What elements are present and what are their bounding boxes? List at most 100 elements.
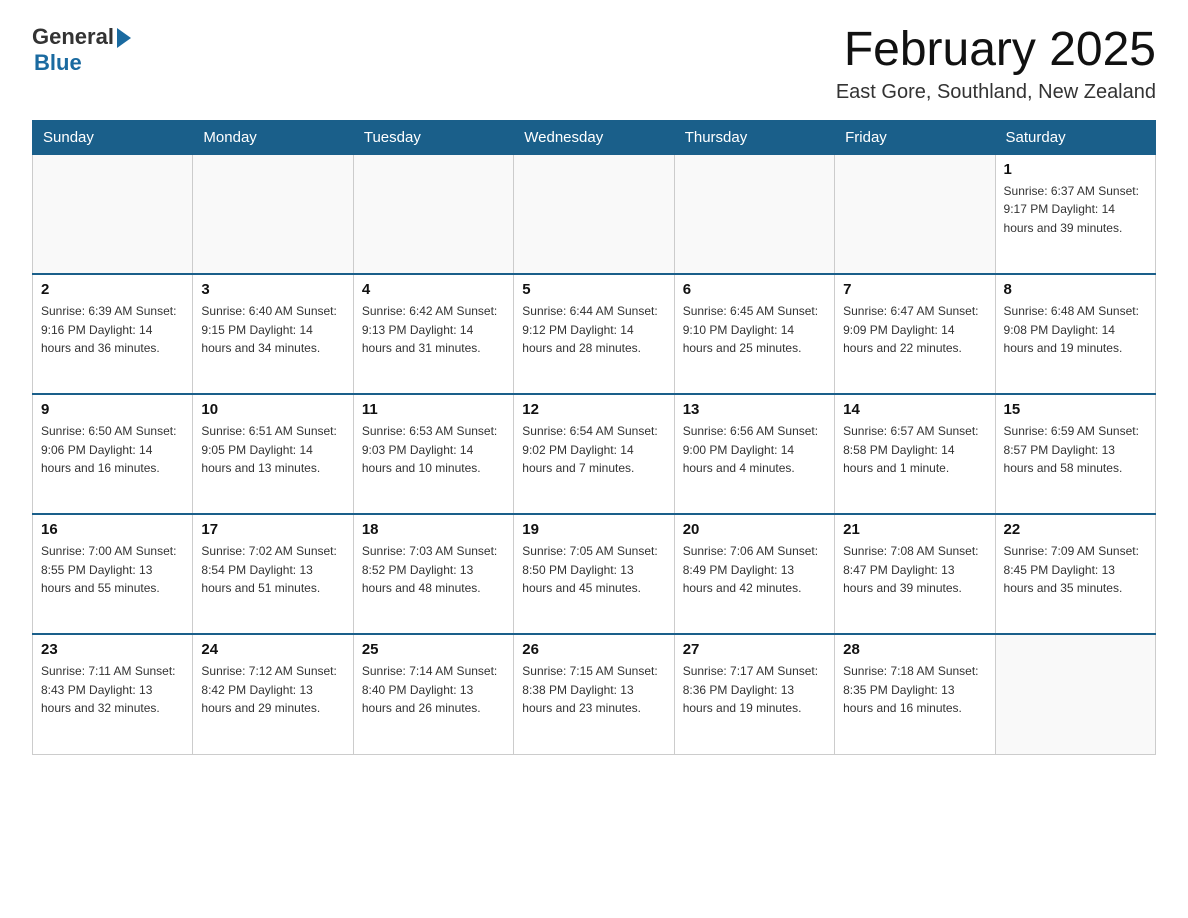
subtitle: East Gore, Southland, New Zealand	[836, 81, 1156, 104]
day-info: Sunrise: 6:40 AM Sunset: 9:15 PM Dayligh…	[201, 302, 344, 358]
day-number: 1	[1004, 161, 1147, 178]
day-info: Sunrise: 6:54 AM Sunset: 9:02 PM Dayligh…	[522, 422, 665, 478]
day-header-monday: Monday	[193, 120, 353, 154]
calendar-cell: 14 Sunrise: 6:57 AM Sunset: 8:58 PM Dayli…	[835, 394, 995, 514]
calendar-cell: 26Sunrise: 7:15 AM Sunset: 8:38 PM Dayli…	[514, 634, 674, 754]
calendar-cell: 21 Sunrise: 7:08 AM Sunset: 8:47 PM Dayli…	[835, 514, 995, 634]
day-number: 8	[1004, 281, 1147, 298]
day-header-wednesday: Wednesday	[514, 120, 674, 154]
calendar-cell	[193, 154, 353, 274]
day-info: Sunrise: 7:06 AM Sunset: 8:49 PM Dayligh…	[683, 542, 826, 598]
day-info: Sunrise: 7:08 AM Sunset: 8:47 PM Dayligh…	[843, 542, 986, 598]
calendar-cell: 2Sunrise: 6:39 AM Sunset: 9:16 PM Daylig…	[33, 274, 193, 394]
calendar-cell: 4 Sunrise: 6:42 AM Sunset: 9:13 PM Daylig…	[353, 274, 513, 394]
calendar-body: 1 Sunrise: 6:37 AM Sunset: 9:17 PM Daylig…	[33, 154, 1156, 754]
day-number: 25	[362, 641, 505, 658]
calendar-cell: 3 Sunrise: 6:40 AM Sunset: 9:15 PM Daylig…	[193, 274, 353, 394]
calendar-cell: 11 Sunrise: 6:53 AM Sunset: 9:03 PM Dayli…	[353, 394, 513, 514]
day-number: 21	[843, 521, 986, 538]
day-info: Sunrise: 7:03 AM Sunset: 8:52 PM Dayligh…	[362, 542, 505, 598]
day-number: 4	[362, 281, 505, 298]
day-info: Sunrise: 7:02 AM Sunset: 8:54 PM Dayligh…	[201, 542, 344, 598]
calendar-table: SundayMondayTuesdayWednesdayThursdayFrid…	[32, 120, 1156, 755]
calendar-cell: 7 Sunrise: 6:47 AM Sunset: 9:09 PM Daylig…	[835, 274, 995, 394]
calendar-cell	[353, 154, 513, 274]
week-row-5: 23 Sunrise: 7:11 AM Sunset: 8:43 PM Dayli…	[33, 634, 1156, 754]
day-info: Sunrise: 6:47 AM Sunset: 9:09 PM Dayligh…	[843, 302, 986, 358]
day-number: 11	[362, 401, 505, 418]
calendar-cell	[674, 154, 834, 274]
logo-top: General	[32, 24, 131, 50]
calendar-cell: 6Sunrise: 6:45 AM Sunset: 9:10 PM Daylig…	[674, 274, 834, 394]
logo-general-text: General	[32, 24, 114, 50]
day-info: Sunrise: 7:17 AM Sunset: 8:36 PM Dayligh…	[683, 662, 826, 718]
calendar-cell: 12 Sunrise: 6:54 AM Sunset: 9:02 PM Dayli…	[514, 394, 674, 514]
day-number: 24	[201, 641, 344, 658]
day-number: 9	[41, 401, 184, 418]
day-number: 17	[201, 521, 344, 538]
calendar-cell: 8 Sunrise: 6:48 AM Sunset: 9:08 PM Daylig…	[995, 274, 1155, 394]
header-row: SundayMondayTuesdayWednesdayThursdayFrid…	[33, 120, 1156, 154]
day-number: 10	[201, 401, 344, 418]
week-row-1: 1 Sunrise: 6:37 AM Sunset: 9:17 PM Daylig…	[33, 154, 1156, 274]
week-row-2: 2Sunrise: 6:39 AM Sunset: 9:16 PM Daylig…	[33, 274, 1156, 394]
calendar-cell: 13Sunrise: 6:56 AM Sunset: 9:00 PM Dayli…	[674, 394, 834, 514]
day-info: Sunrise: 7:12 AM Sunset: 8:42 PM Dayligh…	[201, 662, 344, 718]
day-number: 23	[41, 641, 184, 658]
day-number: 18	[362, 521, 505, 538]
day-number: 12	[522, 401, 665, 418]
calendar-cell: 9 Sunrise: 6:50 AM Sunset: 9:06 PM Daylig…	[33, 394, 193, 514]
day-header-thursday: Thursday	[674, 120, 834, 154]
calendar-cell: 1 Sunrise: 6:37 AM Sunset: 9:17 PM Daylig…	[995, 154, 1155, 274]
calendar-cell: 22 Sunrise: 7:09 AM Sunset: 8:45 PM Dayli…	[995, 514, 1155, 634]
logo-arrow-icon	[117, 28, 131, 48]
week-row-4: 16Sunrise: 7:00 AM Sunset: 8:55 PM Dayli…	[33, 514, 1156, 634]
day-header-tuesday: Tuesday	[353, 120, 513, 154]
day-number: 5	[522, 281, 665, 298]
calendar-cell: 24 Sunrise: 7:12 AM Sunset: 8:42 PM Dayli…	[193, 634, 353, 754]
day-info: Sunrise: 6:59 AM Sunset: 8:57 PM Dayligh…	[1004, 422, 1147, 478]
day-header-friday: Friday	[835, 120, 995, 154]
day-info: Sunrise: 6:51 AM Sunset: 9:05 PM Dayligh…	[201, 422, 344, 478]
day-info: Sunrise: 6:50 AM Sunset: 9:06 PM Dayligh…	[41, 422, 184, 478]
day-info: Sunrise: 6:53 AM Sunset: 9:03 PM Dayligh…	[362, 422, 505, 478]
day-info: Sunrise: 7:09 AM Sunset: 8:45 PM Dayligh…	[1004, 542, 1147, 598]
day-info: Sunrise: 6:56 AM Sunset: 9:00 PM Dayligh…	[683, 422, 826, 478]
day-number: 3	[201, 281, 344, 298]
day-number: 20	[683, 521, 826, 538]
day-info: Sunrise: 6:37 AM Sunset: 9:17 PM Dayligh…	[1004, 182, 1147, 238]
calendar-cell: 10 Sunrise: 6:51 AM Sunset: 9:05 PM Dayli…	[193, 394, 353, 514]
day-number: 26	[522, 641, 665, 658]
day-number: 7	[843, 281, 986, 298]
day-info: Sunrise: 6:42 AM Sunset: 9:13 PM Dayligh…	[362, 302, 505, 358]
calendar-cell: 18 Sunrise: 7:03 AM Sunset: 8:52 PM Dayli…	[353, 514, 513, 634]
calendar-cell: 17 Sunrise: 7:02 AM Sunset: 8:54 PM Dayli…	[193, 514, 353, 634]
main-title: February 2025	[836, 24, 1156, 77]
day-info: Sunrise: 7:11 AM Sunset: 8:43 PM Dayligh…	[41, 662, 184, 718]
day-number: 14	[843, 401, 986, 418]
calendar-cell: 20 Sunrise: 7:06 AM Sunset: 8:49 PM Dayli…	[674, 514, 834, 634]
day-number: 19	[522, 521, 665, 538]
day-number: 28	[843, 641, 986, 658]
calendar-cell: 15 Sunrise: 6:59 AM Sunset: 8:57 PM Dayli…	[995, 394, 1155, 514]
day-number: 15	[1004, 401, 1147, 418]
calendar-header: SundayMondayTuesdayWednesdayThursdayFrid…	[33, 120, 1156, 154]
logo-blue-text: Blue	[34, 50, 82, 76]
week-row-3: 9 Sunrise: 6:50 AM Sunset: 9:06 PM Daylig…	[33, 394, 1156, 514]
day-info: Sunrise: 6:39 AM Sunset: 9:16 PM Dayligh…	[41, 302, 184, 358]
calendar-cell	[514, 154, 674, 274]
day-info: Sunrise: 6:57 AM Sunset: 8:58 PM Dayligh…	[843, 422, 986, 478]
calendar-cell: 27Sunrise: 7:17 AM Sunset: 8:36 PM Dayli…	[674, 634, 834, 754]
day-info: Sunrise: 7:00 AM Sunset: 8:55 PM Dayligh…	[41, 542, 184, 598]
day-number: 6	[683, 281, 826, 298]
calendar-cell: 16Sunrise: 7:00 AM Sunset: 8:55 PM Dayli…	[33, 514, 193, 634]
day-info: Sunrise: 6:48 AM Sunset: 9:08 PM Dayligh…	[1004, 302, 1147, 358]
calendar-cell: 23 Sunrise: 7:11 AM Sunset: 8:43 PM Dayli…	[33, 634, 193, 754]
day-header-sunday: Sunday	[33, 120, 193, 154]
day-number: 22	[1004, 521, 1147, 538]
calendar-cell: 25Sunrise: 7:14 AM Sunset: 8:40 PM Dayli…	[353, 634, 513, 754]
day-header-saturday: Saturday	[995, 120, 1155, 154]
page-header: General Blue February 2025 East Gore, So…	[32, 24, 1156, 104]
calendar-cell	[835, 154, 995, 274]
calendar-cell: 5Sunrise: 6:44 AM Sunset: 9:12 PM Daylig…	[514, 274, 674, 394]
